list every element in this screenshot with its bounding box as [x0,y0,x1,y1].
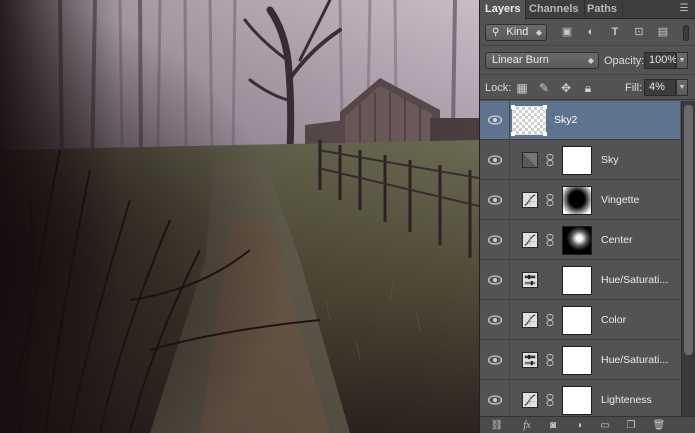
hue-saturation-adjustment-icon[interactable] [522,272,538,288]
hue-saturation-adjustment-icon[interactable] [522,352,538,368]
new-group-icon[interactable]: ▭ [598,419,612,432]
layers-panel: Layers Channels Paths ☰ ⚲ Kind ◆ ▣ ◐ T ⊡… [479,0,695,433]
curves-adjustment-icon[interactable] [522,312,538,328]
opacity-slider-button[interactable]: ▼ [676,52,688,69]
layer-name[interactable]: Sky2 [554,114,632,126]
visibility-divider [509,181,510,220]
layer-row-center[interactable]: Center [480,221,680,260]
document-canvas[interactable] [0,0,479,433]
filter-kind-dropdown[interactable]: ⚲ Kind ◆ [485,24,547,41]
lock-position-icon[interactable]: ✥ [559,81,573,95]
layer-name[interactable]: Color [601,314,679,326]
scrollbar-thumb[interactable] [684,105,693,355]
mask-link-icon[interactable] [546,154,554,166]
tab-layers[interactable]: Layers [480,0,527,20]
layers-list: Sky2 Sky Vingette Center Hue/Saturati...… [480,101,680,416]
lock-all-icon[interactable]: 🔒︎ [581,81,595,95]
foggy-barn-photo [0,0,479,433]
curves-adjustment-icon[interactable] [522,232,538,248]
fill-slider-button[interactable]: ▼ [676,79,688,96]
layer-filter-row: ⚲ Kind ◆ ▣ ◐ T ⊡ ▤ [480,20,695,46]
lock-image-pixels-icon[interactable]: ✎ [537,81,551,95]
layer-name[interactable]: Hue/Saturati... [601,274,679,286]
layers-scrollbar[interactable] [681,101,695,416]
panel-menu-icon[interactable]: ☰ [678,3,690,15]
visibility-eye-icon[interactable] [487,153,503,167]
updown-arrow-icon: ◆ [587,56,594,65]
delete-layer-icon[interactable]: 🗑︎ [652,419,666,432]
lock-row: Lock: ▦ ✎ ✥ 🔒︎ Fill: 4% ▼ [480,76,695,100]
layer-thumbnail[interactable] [511,105,547,136]
link-layers-icon[interactable]: ⛓ [490,419,504,432]
layer-name[interactable]: Vingette [601,194,679,206]
blend-mode-dropdown[interactable]: Linear Burn ◆ [485,52,599,69]
layer-mask-thumbnail[interactable] [562,386,592,415]
layer-mask-thumbnail[interactable] [562,346,592,375]
fill-input[interactable]: 4% [644,79,676,96]
visibility-divider [509,221,510,260]
opacity-label: Opacity: [604,55,645,67]
shape-filter-icon[interactable]: ⊡ [632,25,646,39]
curves-adjustment-icon[interactable] [522,392,538,408]
blend-row: Linear Burn ◆ Opacity: 100% ▼ [480,47,695,75]
visibility-divider [509,101,510,140]
layer-row-vingette[interactable]: Vingette [480,181,680,220]
layer-row-hue-saturation-2[interactable]: Hue/Saturati... [480,341,680,380]
gradient-fill-icon[interactable] [522,152,538,168]
visibility-eye-icon[interactable] [487,193,503,207]
mask-link-icon[interactable] [546,354,554,366]
mask-link-icon[interactable] [546,194,554,206]
add-mask-icon[interactable]: ◙ [546,419,560,432]
new-layer-icon[interactable]: ❐ [624,419,638,432]
updown-arrow-icon: ◆ [535,28,542,37]
visibility-eye-icon[interactable] [487,313,503,327]
visibility-eye-icon[interactable] [487,113,503,127]
layer-row-lighteness[interactable]: Lighteness [480,381,680,416]
layer-style-fx-icon[interactable]: fx [520,419,534,432]
type-filter-icon[interactable]: T [608,25,622,39]
layer-name[interactable]: Lighteness [601,394,679,406]
mask-link-icon[interactable] [546,234,554,246]
opacity-input[interactable]: 100% [644,52,677,69]
lock-label: Lock: [485,82,512,94]
visibility-eye-icon[interactable] [487,353,503,367]
smart-object-filter-icon[interactable]: ▤ [656,25,670,39]
layer-mask-thumbnail[interactable] [562,186,592,215]
curves-adjustment-icon[interactable] [522,192,538,208]
layer-mask-thumbnail[interactable] [562,306,592,335]
visibility-divider [509,341,510,380]
new-adjustment-layer-icon[interactable]: ◑ [572,419,586,432]
mask-link-icon[interactable] [546,394,554,406]
visibility-divider [509,261,510,300]
visibility-divider [509,141,510,180]
layer-name[interactable]: Sky [601,154,679,166]
visibility-divider [509,301,510,340]
visibility-eye-icon[interactable] [487,233,503,247]
filter-toggle-switch[interactable] [683,25,689,41]
mask-link-icon[interactable] [546,314,554,326]
layer-row-sky2[interactable]: Sky2 [480,101,680,140]
layer-row-color[interactable]: Color [480,301,680,340]
layer-row-sky[interactable]: Sky [480,141,680,180]
layer-name[interactable]: Center [601,234,679,246]
fill-label: Fill: [625,82,643,94]
adjustment-filter-icon[interactable]: ◐ [584,25,598,39]
tab-paths[interactable]: Paths [582,0,623,19]
layer-mask-thumbnail[interactable] [562,146,592,175]
tab-channels[interactable]: Channels [524,0,585,19]
visibility-divider [509,381,510,416]
visibility-eye-icon[interactable] [487,273,503,287]
blend-mode-value: Linear Burn [492,54,549,66]
visibility-eye-icon[interactable] [487,393,503,407]
layer-mask-thumbnail[interactable] [562,266,592,295]
filter-kind-label: Kind [506,26,529,38]
panel-tab-bar: Layers Channels Paths ☰ [480,0,695,20]
layer-name[interactable]: Hue/Saturati... [601,354,679,366]
search-icon: ⚲ [492,27,500,38]
layer-mask-thumbnail[interactable] [562,226,592,255]
layer-row-hue-saturation-1[interactable]: Hue/Saturati... [480,261,680,300]
lock-transparent-pixels-icon[interactable]: ▦ [515,81,529,95]
layers-bottom-toolbar: ⛓ fx ◙ ◑ ▭ ❐ 🗑︎ [480,416,695,433]
image-filter-icon[interactable]: ▣ [560,25,574,39]
